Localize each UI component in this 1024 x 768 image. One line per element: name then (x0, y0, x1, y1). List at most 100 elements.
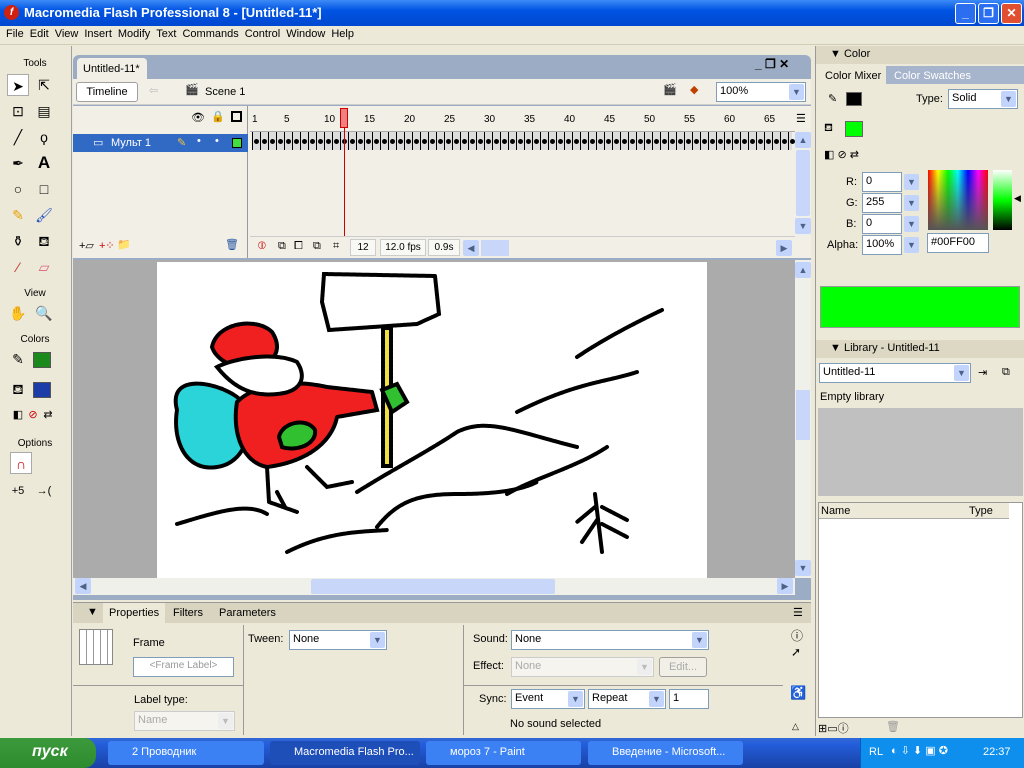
lock-dot[interactable]: • (215, 135, 219, 147)
hand-tool[interactable]: ✋ (7, 302, 29, 324)
keyframe[interactable] (726, 139, 731, 144)
keyframe[interactable] (398, 139, 403, 144)
keyframe[interactable] (614, 139, 619, 144)
scroll-right-icon[interactable]: ▶ (776, 240, 792, 256)
library-panel-header[interactable]: ▼ Library - Untitled-11 (816, 340, 1024, 358)
fill-color-swatch[interactable] (845, 121, 863, 137)
language-indicator[interactable]: RL (869, 746, 883, 758)
pen-tool[interactable]: ✒ (7, 152, 29, 174)
keyframe[interactable] (590, 139, 595, 144)
keyframe[interactable] (670, 139, 675, 144)
stage-vscroll[interactable]: ▲ ▼ (795, 260, 811, 578)
fill-color-swatch[interactable] (33, 382, 51, 398)
open-actions-icon[interactable]: ➚ (791, 645, 801, 659)
scroll-left-icon[interactable]: ◀ (75, 578, 91, 594)
trash-icon[interactable]: 🗑 (225, 238, 239, 251)
keyframe[interactable] (430, 139, 435, 144)
onion-outline-icon[interactable]: ⧠ (294, 240, 303, 253)
repeat-select[interactable]: Repeat ▼ (588, 689, 666, 709)
keyframe[interactable] (718, 139, 723, 144)
scroll-thumb[interactable] (796, 390, 810, 440)
new-library-panel-icon[interactable]: ⧉ (1002, 366, 1010, 379)
keyframe[interactable] (518, 139, 523, 144)
keyframe[interactable] (438, 139, 443, 144)
insert-layer-icon[interactable]: +▱ (79, 239, 94, 252)
scroll-left-icon[interactable]: ◀ (463, 240, 479, 256)
task-flash[interactable]: Macromedia Flash Pro... (270, 741, 420, 765)
tab-properties[interactable]: Properties (103, 603, 166, 623)
layer-row[interactable]: ▭ Мульт 1 ✎ • • (73, 134, 248, 152)
stroke-color-swatch[interactable] (846, 92, 862, 106)
keyframe[interactable] (294, 139, 299, 144)
hex-input[interactable]: #00FF00 (927, 233, 989, 253)
chevron-down-icon[interactable]: ▼ (904, 237, 919, 253)
keyframe[interactable] (662, 139, 667, 144)
keyframe[interactable] (366, 139, 371, 144)
fill-type-select[interactable]: Solid ▼ (948, 89, 1018, 109)
tray-icons[interactable]: ◐ ⇩ ⬇ ▣ ✪ (891, 744, 948, 757)
swap-colors-icon[interactable]: ⇄ (37, 404, 59, 426)
tab-filters[interactable]: Filters (173, 607, 203, 619)
scroll-down-icon[interactable]: ▼ (795, 560, 811, 576)
collapse-arrow-icon[interactable]: ▼ (87, 606, 98, 618)
frame-row[interactable] (252, 132, 795, 150)
keyframe[interactable] (406, 139, 411, 144)
keyframe[interactable] (358, 139, 363, 144)
keyframe[interactable] (390, 139, 395, 144)
keyframe[interactable] (262, 139, 267, 144)
menu-edit[interactable]: Edit (24, 26, 49, 40)
keyframe[interactable] (526, 139, 531, 144)
keyframe[interactable] (286, 139, 291, 144)
edit-scene-icon[interactable]: 🎬 (663, 83, 677, 96)
keyframe[interactable] (606, 139, 611, 144)
keyframe[interactable] (758, 139, 763, 144)
scroll-up-icon[interactable]: ▲ (795, 132, 811, 148)
restore-button[interactable]: ❐ (978, 3, 999, 24)
subselection-tool[interactable]: ⇱ (33, 74, 55, 96)
minimize-button[interactable]: _ (955, 3, 976, 24)
eye-icon[interactable]: 👁 (191, 111, 205, 124)
gradient-transform-tool[interactable]: ▤ (33, 100, 55, 122)
brightness-slider[interactable] (993, 170, 1012, 230)
timeline-vscroll[interactable]: ▲ ▼ (795, 132, 811, 236)
keyframe[interactable] (302, 139, 307, 144)
help-icon[interactable]: ⓘ (791, 627, 803, 644)
keyframe[interactable] (630, 139, 635, 144)
keyframe[interactable] (654, 139, 659, 144)
stage-hscroll[interactable]: ◀ ▶ (73, 578, 795, 595)
timeline-menu-icon[interactable]: ☰ (796, 112, 806, 125)
menu-window[interactable]: Window (280, 26, 325, 40)
playhead[interactable] (340, 108, 348, 128)
alpha-input[interactable]: 100% (862, 235, 902, 255)
tab-color-mixer[interactable]: Color Mixer (820, 68, 887, 84)
chevron-down-icon[interactable]: ▼ (904, 216, 919, 232)
keyframe[interactable] (710, 139, 715, 144)
stage-canvas[interactable] (157, 262, 707, 578)
keyframe[interactable] (454, 139, 459, 144)
keyframe[interactable] (566, 139, 571, 144)
edit-symbols-icon[interactable]: ◆ (690, 83, 698, 96)
menu-commands[interactable]: Commands (176, 26, 238, 40)
line-tool[interactable]: ╱ (7, 126, 29, 148)
edit-sound-button[interactable]: Edit... (659, 657, 707, 677)
insert-folder-icon[interactable]: 📁 (117, 238, 131, 251)
red-input[interactable]: 0 (862, 172, 902, 192)
menu-text[interactable]: Text (150, 26, 176, 40)
lock-icon[interactable]: 🔒 (211, 110, 225, 123)
keyframe[interactable] (502, 139, 507, 144)
keyframe[interactable] (382, 139, 387, 144)
hscroll-thumb[interactable] (311, 579, 555, 594)
add-motion-guide-icon[interactable]: +⁘ (99, 239, 115, 252)
green-input[interactable]: 255 (862, 193, 902, 213)
modify-onion-markers-icon[interactable]: ⌗ (333, 240, 339, 253)
keyframe[interactable] (550, 139, 555, 144)
menu-insert[interactable]: Insert (78, 26, 112, 40)
keyframe[interactable] (542, 139, 547, 144)
keyframe[interactable] (414, 139, 419, 144)
keyframe[interactable] (534, 139, 539, 144)
snap-to-objects-icon[interactable]: ∩ (10, 452, 32, 474)
trash-icon[interactable]: 🗑 (886, 720, 900, 733)
keyframe[interactable] (558, 139, 563, 144)
oval-tool[interactable]: ○ (7, 178, 29, 200)
default-colors-icon[interactable]: ◧ ⊘ ⇄ (824, 148, 859, 161)
